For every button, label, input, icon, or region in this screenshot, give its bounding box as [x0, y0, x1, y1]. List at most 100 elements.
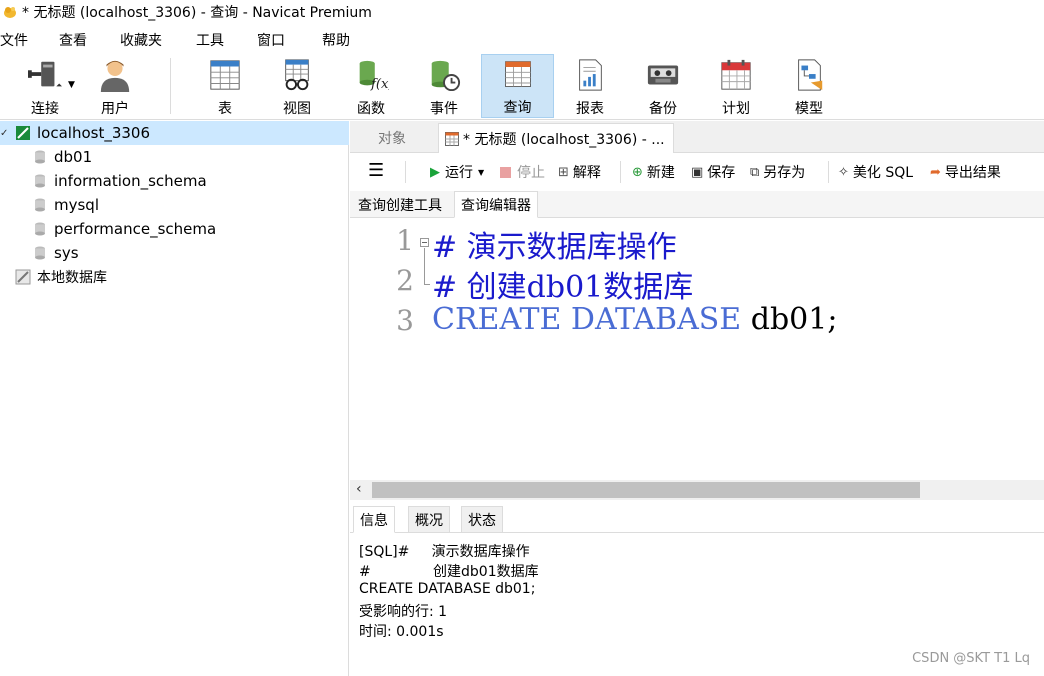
tree-item-label: sys — [54, 244, 79, 262]
sql-identifier: db01; — [750, 302, 838, 337]
tree-item-database[interactable]: performance_schema — [0, 217, 349, 241]
tree-item-label: 本地数据库 — [37, 270, 107, 286]
stop-icon — [500, 166, 511, 178]
explain-icon: ⊞ — [558, 164, 569, 180]
fold-guide — [424, 248, 425, 284]
tab-query[interactable]: * 无标题 (localhost_3306) - ... — [438, 123, 674, 153]
menu-help[interactable]: 帮助 — [322, 30, 350, 50]
fold-collapse-icon[interactable] — [420, 238, 429, 247]
code-comment-line: # 创建db01数据库 — [432, 270, 694, 305]
toolbar-table-button[interactable]: 表 — [200, 54, 250, 118]
toolbar-report-button[interactable]: 报表 — [565, 54, 615, 118]
toolbar-model-button[interactable]: 模型 — [784, 54, 834, 118]
toolbar-separator — [170, 58, 171, 114]
tab-profile[interactable]: 概况 — [408, 506, 450, 533]
view-icon — [285, 59, 309, 91]
function-icon: f(x) — [359, 60, 389, 92]
save-button[interactable]: ▣ 保存 — [691, 162, 735, 182]
save-as-button[interactable]: ⧉ 另存为 — [750, 162, 805, 182]
hamburger-menu-icon[interactable]: ☰ — [368, 162, 384, 180]
explain-label: 解释 — [572, 165, 601, 181]
toolbar-backup-button[interactable]: 备份 — [638, 54, 688, 118]
chevron-down-icon[interactable]: ✓ — [0, 128, 8, 139]
toolbar-label: 表 — [218, 101, 232, 117]
chevron-down-icon[interactable]: ▼ — [478, 168, 484, 177]
play-icon: ▶ — [430, 164, 440, 180]
save-label: 保存 — [707, 165, 736, 181]
toolbar-connection-button[interactable]: 连接 — [14, 54, 76, 118]
toolbar-function-button[interactable]: f(x) 函数 — [346, 54, 396, 118]
new-query-icon: ⊕ — [632, 164, 643, 180]
menu-tools[interactable]: 工具 — [196, 30, 224, 50]
result-line: [SQL]# 演示数据库操作 — [359, 544, 530, 560]
explain-button[interactable]: ⊞ 解释 — [558, 162, 601, 182]
tab-query-builder[interactable]: 查询创建工具 — [352, 191, 448, 218]
result-tabs: 信息 概况 状态 — [350, 506, 1044, 533]
save-icon: ▣ — [691, 164, 704, 180]
save-as-icon: ⧉ — [750, 164, 760, 180]
toolbar-separator — [620, 161, 621, 183]
toolbar-user-button[interactable]: 用户 — [90, 54, 140, 118]
magic-wand-icon: ✧ — [838, 164, 849, 180]
toolbar-label: 视图 — [283, 101, 311, 117]
toolbar-label: 查询 — [503, 100, 532, 116]
user-icon — [100, 60, 130, 92]
tree-item-label: mysql — [54, 196, 99, 214]
beautify-sql-button[interactable]: ✧ 美化 SQL — [838, 162, 913, 182]
database-icon — [35, 198, 45, 212]
chevron-down-icon[interactable]: ▼ — [68, 80, 75, 90]
tree-item-label: db01 — [54, 148, 93, 166]
schedule-icon — [721, 59, 751, 90]
menu-favorites[interactable]: 收藏夹 — [120, 30, 162, 50]
tree-item-database[interactable]: db01 — [0, 145, 349, 169]
beautify-label: 美化 SQL — [852, 165, 914, 181]
sql-editor[interactable]: 1 2 3 # 演示数据库操作 # 创建db01数据库 CREATE DATAB… — [350, 218, 1044, 480]
toolbar-view-button[interactable]: 视图 — [272, 54, 322, 118]
tree-item-database[interactable]: sys — [0, 241, 349, 265]
main-toolbar: 连接 ▼ 用户 表 视图 f(x 函数 事件 查询 报表 备份 计划 模型 — [0, 52, 1044, 120]
title-bar: * 无标题 (localhost_3306) - 查询 - Navicat Pr… — [0, 0, 1044, 24]
fold-guide-end — [424, 284, 430, 285]
tree-item-database[interactable]: information_schema — [0, 169, 349, 193]
toolbar-label: 事件 — [430, 101, 458, 117]
run-button[interactable]: ▶ 运行 ▼ — [430, 162, 484, 182]
window-title: * 无标题 (localhost_3306) - 查询 - Navicat Pr… — [22, 5, 372, 21]
navicat-app-icon — [4, 7, 16, 18]
run-label: 运行 — [445, 165, 473, 181]
result-line: # 创建db01数据库 — [359, 564, 539, 580]
menu-file[interactable]: 文件 — [0, 30, 28, 50]
menu-window[interactable]: 窗口 — [257, 30, 285, 50]
tab-status[interactable]: 状态 — [461, 506, 503, 533]
toolbar-event-button[interactable]: 事件 — [419, 54, 469, 118]
tree-item-label: information_schema — [54, 172, 207, 190]
scroll-left-icon[interactable]: ‹ — [356, 481, 362, 497]
export-icon: ➦ — [930, 164, 941, 180]
database-icon — [35, 174, 45, 188]
result-line: 时间: 0.001s — [359, 624, 444, 640]
toolbar-schedule-button[interactable]: 计划 — [711, 54, 761, 118]
scrollbar-thumb[interactable] — [372, 482, 920, 498]
export-results-button[interactable]: ➦ 导出结果 — [930, 162, 1001, 182]
database-icon — [35, 246, 45, 260]
menu-bar: 文件 查看 收藏夹 工具 窗口 帮助 — [0, 26, 1044, 52]
tab-query-label: * 无标题 (localhost_3306) - ... — [463, 131, 665, 148]
svg-text:f(x): f(x) — [370, 77, 389, 92]
line-number: 2 — [396, 264, 414, 297]
line-number: 3 — [396, 304, 414, 337]
menu-view[interactable]: 查看 — [59, 30, 87, 50]
connection-icon — [28, 61, 62, 87]
toolbar-query-button[interactable]: 查询 — [481, 54, 554, 118]
toolbar-label: 连接 — [31, 101, 59, 117]
tab-objects[interactable]: 对象 — [378, 123, 406, 153]
tree-item-local-database[interactable]: 本地数据库 — [0, 265, 349, 289]
new-button[interactable]: ⊕ 新建 — [632, 162, 675, 182]
tab-query-editor[interactable]: 查询编辑器 — [454, 191, 538, 218]
tree-item-database[interactable]: mysql — [0, 193, 349, 217]
stop-button[interactable]: 停止 — [500, 162, 545, 182]
local-database-icon — [15, 269, 31, 285]
toolbar-label: 计划 — [722, 101, 750, 117]
editor-horizontal-scrollbar[interactable]: ‹ — [350, 480, 1044, 500]
tree-item-connection[interactable]: ✓ localhost_3306 — [0, 121, 349, 145]
tab-info[interactable]: 信息 — [353, 506, 395, 533]
tree-item-label: localhost_3306 — [37, 124, 151, 142]
